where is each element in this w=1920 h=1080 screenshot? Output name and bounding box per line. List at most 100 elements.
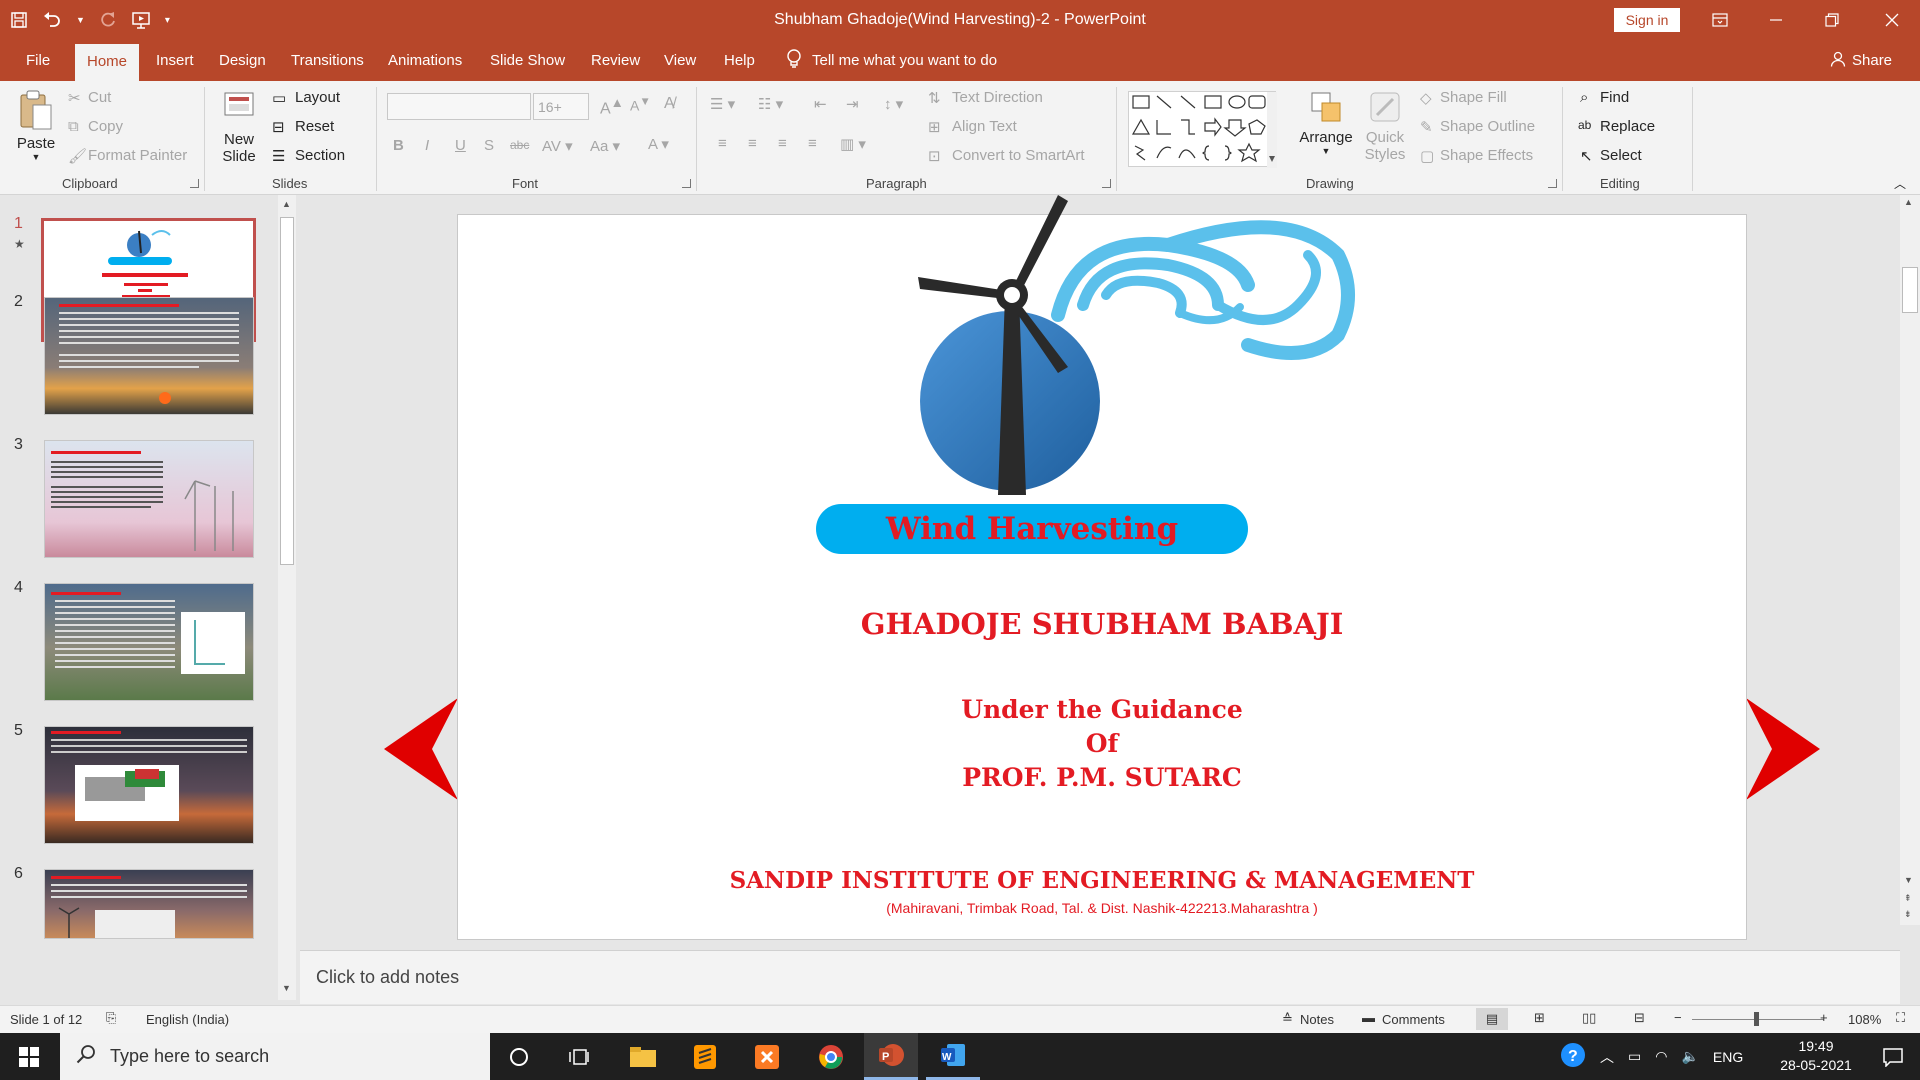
next-arrow-icon[interactable] <box>1746 698 1820 800</box>
line-spacing-icon[interactable]: ↕ ▾ <box>884 95 903 113</box>
word-taskbar-icon[interactable]: W <box>926 1033 980 1080</box>
thumbnail-slide-3[interactable] <box>44 440 254 558</box>
drawing-launcher-icon[interactable] <box>1548 179 1557 188</box>
tab-help[interactable]: Help <box>722 40 757 81</box>
font-color-icon[interactable]: A ▾ <box>648 135 669 153</box>
cut-button[interactable]: Cut <box>88 89 111 106</box>
zoom-level[interactable]: 108% <box>1848 1012 1881 1027</box>
xampp-icon[interactable] <box>740 1033 794 1080</box>
tab-transitions[interactable]: Transitions <box>289 40 366 81</box>
tab-insert[interactable]: Insert <box>154 40 196 81</box>
section-button[interactable]: Section <box>295 147 345 164</box>
minimize-icon[interactable] <box>1748 0 1804 40</box>
fit-slide-icon[interactable]: ⛶ <box>1896 1010 1905 1026</box>
thumbnail-slide-2[interactable] <box>44 297 254 415</box>
language[interactable]: English (India) <box>146 1012 229 1027</box>
font-size-box[interactable]: 16+ <box>533 93 589 120</box>
align-text-button[interactable]: Align Text <box>952 118 1017 135</box>
align-right-icon[interactable]: ≡ <box>778 135 787 152</box>
undo-icon[interactable] <box>42 11 62 29</box>
comments-toggle[interactable]: Comments <box>1382 1012 1445 1027</box>
tab-file[interactable]: File <box>24 40 52 81</box>
collapse-ribbon-icon[interactable]: ︿ <box>1894 175 1906 192</box>
sublime-text-icon[interactable] <box>678 1033 732 1080</box>
battery-icon[interactable]: ▭ <box>1628 1048 1641 1065</box>
next-slide-icon[interactable]: ⇟ <box>1904 909 1912 920</box>
shape-effects-button[interactable]: Shape Effects <box>1440 147 1533 164</box>
clipboard-launcher-icon[interactable] <box>190 179 199 188</box>
editor-scrollbar[interactable]: ▲ ▼ ⇞ ⇟ <box>1900 195 1920 925</box>
thumbnail-slide-5[interactable] <box>44 726 254 844</box>
zoom-slider-thumb[interactable] <box>1754 1012 1759 1026</box>
text-direction-button[interactable]: Text Direction <box>952 89 1043 106</box>
paste-button[interactable]: Paste ▼ <box>14 89 58 171</box>
strikethrough-icon[interactable]: abc <box>510 138 529 152</box>
tab-design[interactable]: Design <box>217 40 268 81</box>
shape-fill-button[interactable]: Shape Fill <box>1440 89 1507 106</box>
reading-view-icon[interactable]: ▯▯ <box>1582 1010 1596 1026</box>
thumbnail-scrollbar[interactable]: ▲ ▼ <box>278 195 296 1000</box>
normal-view-icon[interactable]: ▤ <box>1476 1008 1508 1030</box>
scroll-up-icon[interactable]: ▲ <box>282 199 291 209</box>
notifications-icon[interactable] <box>1866 1033 1920 1080</box>
editor-scroll-thumb[interactable] <box>1902 267 1918 313</box>
chrome-icon[interactable] <box>804 1033 858 1080</box>
shapes-gallery[interactable] <box>1128 91 1277 168</box>
slide-count[interactable]: Slide 1 of 12 <box>10 1012 82 1027</box>
shape-outline-button[interactable]: Shape Outline <box>1440 118 1535 135</box>
start-from-beginning-icon[interactable] <box>131 11 151 29</box>
format-painter-button[interactable]: Format Painter <box>88 147 187 164</box>
file-explorer-icon[interactable] <box>616 1033 670 1080</box>
zoom-out-icon[interactable]: − <box>1674 1010 1682 1025</box>
layout-button[interactable]: Layout <box>295 89 340 106</box>
wifi-icon[interactable]: ◠ <box>1655 1048 1667 1065</box>
help-icon[interactable]: ? <box>1560 1042 1586 1071</box>
restore-icon[interactable] <box>1804 0 1860 40</box>
tab-animations[interactable]: Animations <box>386 40 464 81</box>
tab-review[interactable]: Review <box>589 40 642 81</box>
grow-font-icon[interactable]: A▲ <box>600 95 624 118</box>
tab-view[interactable]: View <box>662 40 698 81</box>
tell-me-box[interactable]: Tell me what you want to do <box>786 40 997 81</box>
thumbnail-slide-4[interactable] <box>44 583 254 701</box>
zoom-in-icon[interactable]: + <box>1820 1010 1828 1025</box>
italic-icon[interactable]: I <box>425 137 429 154</box>
tab-slide-show[interactable]: Slide Show <box>488 40 567 81</box>
clear-formatting-icon[interactable]: A̸ <box>664 95 675 113</box>
new-slide-button[interactable]: New Slide <box>214 87 264 173</box>
find-button[interactable]: Find <box>1600 89 1629 106</box>
decrease-indent-icon[interactable]: ⇤ <box>814 95 827 113</box>
font-launcher-icon[interactable] <box>682 179 691 188</box>
bullets-icon[interactable]: ☰ ▾ <box>710 95 735 113</box>
paragraph-launcher-icon[interactable] <box>1102 179 1111 188</box>
spell-check-icon[interactable]: ⎘ <box>106 1010 116 1026</box>
notes-toggle[interactable]: Notes <box>1300 1012 1334 1027</box>
align-center-icon[interactable]: ≡ <box>748 135 757 152</box>
quick-styles-button[interactable]: Quick Styles <box>1360 89 1410 177</box>
customize-toolbar-icon[interactable]: ▾ <box>165 15 170 26</box>
numbering-icon[interactable]: ☷ ▾ <box>758 95 783 113</box>
cortana-icon[interactable] <box>492 1033 546 1080</box>
character-spacing-icon[interactable]: AV ▾ <box>542 137 573 155</box>
underline-icon[interactable]: U <box>455 137 466 154</box>
taskbar-search-box[interactable]: Type here to search <box>60 1033 490 1080</box>
save-icon[interactable] <box>10 11 28 29</box>
replace-button[interactable]: Replace <box>1600 118 1655 135</box>
convert-smartart-button[interactable]: Convert to SmartArt <box>952 147 1085 164</box>
ribbon-display-options-icon[interactable] <box>1692 0 1748 40</box>
increase-indent-icon[interactable]: ⇥ <box>846 95 859 113</box>
current-slide[interactable]: Wind Harvesting GHADOJE SHUBHAM BABAJI U… <box>457 195 1747 940</box>
shrink-font-icon[interactable]: A▼ <box>630 95 651 114</box>
thumbnail-scroll-thumb[interactable] <box>280 217 294 565</box>
clock[interactable]: 19:49 28-05-2021 <box>1770 1037 1862 1075</box>
change-case-icon[interactable]: Aa ▾ <box>590 137 620 155</box>
columns-icon[interactable]: ▥ ▾ <box>840 135 866 153</box>
previous-arrow-icon[interactable] <box>384 698 458 800</box>
task-view-icon[interactable] <box>552 1033 606 1080</box>
show-hidden-icons-icon[interactable]: ︿ <box>1600 1047 1614 1067</box>
previous-slide-icon[interactable]: ⇞ <box>1904 893 1912 904</box>
shadow-icon[interactable]: S <box>484 137 494 154</box>
slide-sorter-icon[interactable]: ⊞ <box>1534 1010 1545 1026</box>
share-button[interactable]: Share <box>1830 40 1892 81</box>
close-icon[interactable] <box>1864 0 1920 40</box>
